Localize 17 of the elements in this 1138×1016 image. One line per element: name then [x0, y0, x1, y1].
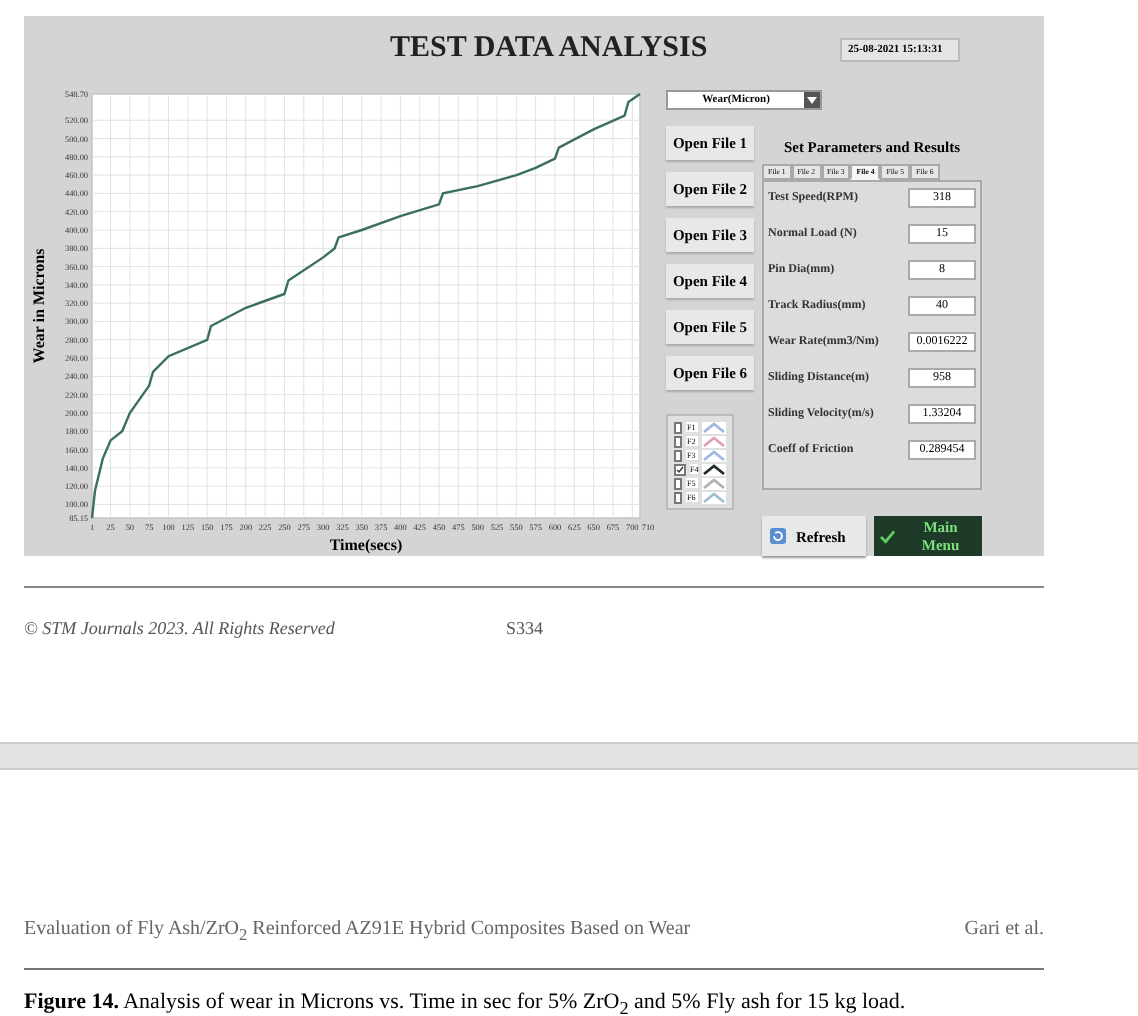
figure-caption: Figure 14. Analysis of wear in Microns vs. Time in sec for 5% ZrO$_{2}$ and 5% Fly ash for 15 kg load. — [24, 990, 908, 1016]
author-names: Gari et al. — [964, 918, 1044, 944]
app-title: TEST DATA ANALYSIS — [390, 32, 708, 66]
running-header: Evaluation of Fly Ash/ZrO$_{2}$ Reinforced AZ91E Hybrid Composites Based on Wear — [24, 918, 691, 944]
legend-checkbox[interactable] — [674, 491, 683, 503]
page-number: S334 — [506, 618, 544, 638]
legend-checkbox[interactable] — [674, 435, 683, 447]
copyright-text: © STM Journals 2023. All Rights Reserved — [24, 618, 337, 638]
legend-checkbox[interactable] — [674, 421, 683, 433]
x-axis-title: Time(secs) — [329, 536, 403, 554]
legend-checkbox[interactable] — [674, 449, 683, 461]
check-icon — [880, 529, 896, 543]
legend-checkbox[interactable] — [674, 477, 683, 489]
refresh-icon — [770, 528, 786, 544]
y-axis-title: Wear in Microns — [30, 248, 48, 364]
legend-checkbox[interactable] — [674, 463, 686, 475]
dropdown-arrow-icon — [804, 92, 820, 108]
